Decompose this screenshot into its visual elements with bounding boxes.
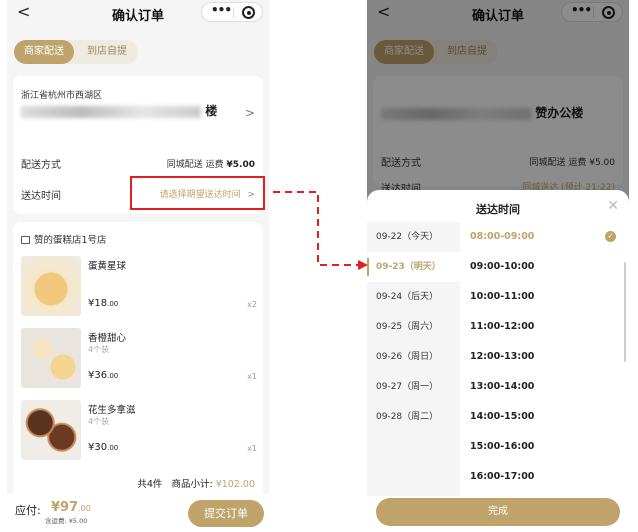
checkout-bar: 应付: ¥97.00 含运费: ¥5.00 提交订单 [7,494,269,532]
delivery-fee: ¥5.00 [226,160,255,170]
pay-amount-dec: .00 [78,504,91,513]
store-icon [21,236,30,244]
close-miniprogram-icon[interactable] [242,6,255,19]
product-price-dec: .00 [107,372,119,380]
address-redacted [21,105,201,118]
time-slot[interactable]: 13:00-14:00 [470,372,620,402]
time-slot-selected[interactable]: 08:00-09:00 ✓ [470,222,620,252]
product-qty: x1 [247,444,257,453]
product-spec: 4个装 [88,417,110,426]
pay-amount: ¥97.00 [51,500,91,515]
connector-line [273,191,360,266]
time-slot[interactable]: 12:00-13:00 [470,342,620,372]
date-item[interactable]: 09-28（周二） [367,402,460,432]
product-name: 花生多拿滋 [88,405,136,416]
close-icon[interactable]: ✕ [607,198,619,214]
tab-merchant-delivery[interactable]: 商家配送 [14,40,74,64]
date-list: 09-22（今天） 09-23（明天） 09-24（后天） 09-25（周六） … [367,222,460,496]
time-slot-label: 08:00-09:00 [470,231,535,242]
submit-order-button[interactable]: 提交订单 [188,500,264,527]
product-price-int: ¥30 [88,442,108,453]
time-slot-list: 08:00-09:00 ✓ 09:00-10:00 10:00-11:00 11:… [460,222,629,496]
product-spec: 4个装 [88,345,110,354]
chevron-right-icon: > [244,106,255,120]
mini-program-capsule: ••• [201,2,263,22]
address-detail-end: 楼 [205,104,218,118]
delivery-time-sheet: 送达时间 ✕ 09-22（今天） 09-23（明天） 09-24（后天） 09-… [367,190,629,532]
time-picker-screen: < 确认订单 ••• 商家配送 到店自提 赞办公楼 配送方式 同城配送 运费 ¥… [367,0,629,532]
product-item[interactable]: 香橙甜心 4个装 ¥36.00 x1 [21,328,257,390]
more-icon[interactable]: ••• [211,3,232,17]
product-price-int: ¥36 [88,370,108,381]
product-qty: x1 [247,372,257,381]
product-price-int: ¥18 [88,298,108,309]
address-region: 浙江省杭州市西湖区 [21,91,103,101]
date-item-label: 09-23（明天） [376,262,441,272]
date-item-active[interactable]: 09-23（明天） [367,252,460,282]
date-item[interactable]: 09-22（今天） [367,222,460,252]
product-price: ¥36.00 [88,370,118,381]
arrival-time-highlight [130,176,265,210]
order-confirm-screen: < 确认订单 ••• 商家配送 到店自提 浙江省杭州市西湖区 楼 > 配送方式 … [7,0,269,532]
time-slot[interactable]: 16:00-17:00 [470,462,620,492]
product-name: 蛋黄星球 [88,261,127,272]
sheet-title: 送达时间 [476,203,520,216]
pay-amount-int: ¥97 [51,500,79,515]
product-name: 香橙甜心 [88,333,127,344]
product-item[interactable]: 蛋黄星球 ¥18.00 x2 [21,256,257,318]
product-item[interactable]: 花生多拿滋 4个装 ¥30.00 x1 [21,400,257,462]
order-subtotal: 共4件 商品小计: ¥102.00 [137,476,255,490]
product-price-dec: .00 [107,444,119,452]
product-price: ¥18.00 [88,298,118,309]
shop-name-text: 赞的蛋糕店1号店 [34,235,107,246]
delivery-method-value: 同城配送 运费 ¥5.00 [167,157,255,170]
time-slot[interactable]: 09:00-10:00 [470,252,620,282]
subtotal-amount: ¥102.00 [215,479,255,490]
scrollbar[interactable] [624,262,626,362]
subtotal-label: 商品小计: [171,479,213,490]
active-indicator [367,258,369,276]
arrival-time-label: 送达时间 [21,191,61,202]
product-image [21,256,81,316]
product-price-dec: .00 [107,300,119,308]
date-item[interactable]: 09-26（周日） [367,342,460,372]
time-slot[interactable]: 11:00-12:00 [470,312,620,342]
product-image [21,400,81,460]
pay-label: 应付: [15,504,41,517]
shop-name: 赞的蛋糕店1号店 [21,232,107,246]
address-detail: 楼 [21,102,246,119]
check-icon: ✓ [605,231,616,242]
item-count: 共4件 [137,479,163,490]
capsule-divider [233,7,234,18]
delivery-method-label: 配送方式 [21,160,61,171]
tab-store-pickup[interactable]: 到店自提 [76,40,138,64]
nav-bar: < 确认订单 ••• [7,0,269,26]
delivery-method-text: 同城配送 运费 [166,160,224,170]
time-slot[interactable]: 10:00-11:00 [470,282,620,312]
time-slot[interactable]: 15:00-16:00 [470,432,620,462]
time-slot[interactable]: 14:00-15:00 [470,402,620,432]
shipping-fee-note: 含运费: ¥5.00 [45,517,88,525]
product-image [21,328,81,388]
product-price: ¥30.00 [88,442,118,453]
done-button[interactable]: 完成 [376,498,620,526]
product-qty: x2 [247,300,257,309]
date-item[interactable]: 09-24（后天） [367,282,460,312]
date-item[interactable]: 09-25（周六） [367,312,460,342]
delivery-mode-tabs: 商家配送 到店自提 [14,40,138,64]
shop-card: 赞的蛋糕店1号店 蛋黄星球 ¥18.00 x2 香橙甜心 4个装 ¥36.00 … [13,222,263,498]
date-item[interactable]: 09-27（周一） [367,372,460,402]
